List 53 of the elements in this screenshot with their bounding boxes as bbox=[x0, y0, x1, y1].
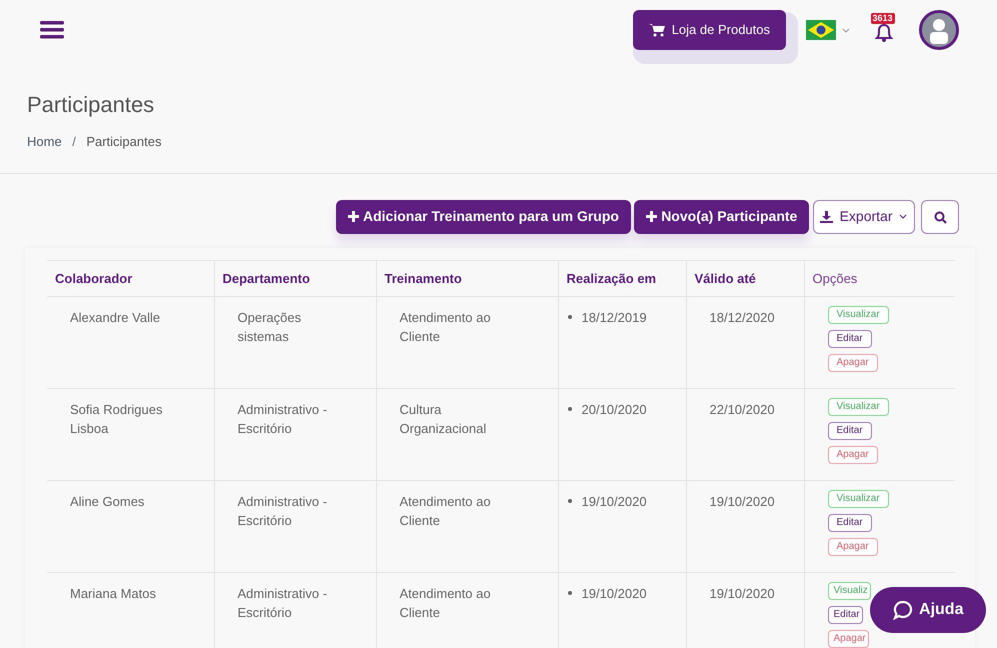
column-header: Treinamento bbox=[376, 260, 558, 297]
edit-button[interactable]: Editar bbox=[828, 606, 863, 624]
edit-button[interactable]: Editar bbox=[828, 514, 872, 532]
table-cell: 20/10/2020 bbox=[582, 402, 647, 418]
table-cell: 18/12/2020 bbox=[686, 296, 804, 389]
table-cell: Alexandre Valle bbox=[47, 296, 214, 389]
help-button[interactable]: Ajuda bbox=[870, 587, 986, 633]
table-cell: Aline Gomes bbox=[47, 480, 214, 573]
table-cell: 18/12/2019 bbox=[582, 310, 647, 326]
export-button[interactable]: Exportar bbox=[812, 200, 914, 234]
table-cell: 19/10/2020 bbox=[582, 586, 647, 602]
store-button[interactable]: Loja de Produtos bbox=[633, 10, 786, 50]
table-cell: 19/10/2020 bbox=[686, 480, 804, 573]
search-button[interactable] bbox=[921, 200, 959, 234]
caret-icon[interactable] bbox=[842, 28, 850, 32]
breadcrumb-link[interactable]: Home bbox=[27, 132, 62, 152]
search-icon bbox=[934, 211, 946, 224]
breadcrumb-separator: / bbox=[72, 133, 76, 152]
breadcrumb-current: Participantes bbox=[86, 133, 162, 152]
table-cell: Administrativo - Escritório bbox=[214, 480, 376, 573]
table-cell: Administrativo - Escritório bbox=[214, 388, 376, 481]
table-cell: Cultura Organizacional bbox=[376, 388, 558, 481]
cart-icon bbox=[649, 23, 666, 37]
bullet-icon bbox=[568, 499, 572, 504]
avatar-icon[interactable] bbox=[919, 10, 959, 50]
column-header: Realização em bbox=[558, 260, 686, 297]
flag-icon[interactable] bbox=[806, 20, 836, 40]
table-cell: Atendimento ao Cliente bbox=[376, 480, 558, 573]
table-cell: Sofia Rodrigues Lisboa bbox=[47, 388, 214, 481]
table-cell: Operações sistemas bbox=[214, 296, 376, 389]
plus-icon bbox=[348, 211, 359, 222]
edit-button[interactable]: Editar bbox=[828, 422, 872, 440]
notification-count: 3613 bbox=[870, 13, 895, 24]
bullet-icon bbox=[568, 407, 572, 412]
column-header: Colaborador bbox=[47, 260, 214, 297]
menu-icon[interactable] bbox=[40, 21, 64, 39]
add-group-training-button[interactable]: Adicionar Treinamento para um Grupo bbox=[336, 200, 631, 234]
edit-button[interactable]: Editar bbox=[828, 330, 872, 348]
bullet-icon bbox=[568, 315, 572, 320]
column-header: Válido até bbox=[686, 260, 804, 297]
bell-icon[interactable] bbox=[872, 21, 894, 43]
bullet-icon bbox=[568, 591, 572, 596]
table-cell: 19/10/2020 bbox=[582, 494, 647, 510]
plus-icon bbox=[646, 211, 658, 222]
new-participant-button[interactable]: Novo(a) Participante bbox=[634, 200, 810, 234]
chat-icon bbox=[892, 600, 913, 620]
download-icon bbox=[820, 210, 834, 223]
page-title: Participantes bbox=[27, 92, 156, 118]
table-cell: 22/10/2020 bbox=[686, 388, 804, 481]
caret-icon bbox=[899, 214, 907, 220]
column-header: Opções bbox=[804, 260, 955, 297]
column-header: Departamento bbox=[214, 260, 376, 297]
table-cell: Atendimento ao Cliente bbox=[376, 296, 558, 389]
